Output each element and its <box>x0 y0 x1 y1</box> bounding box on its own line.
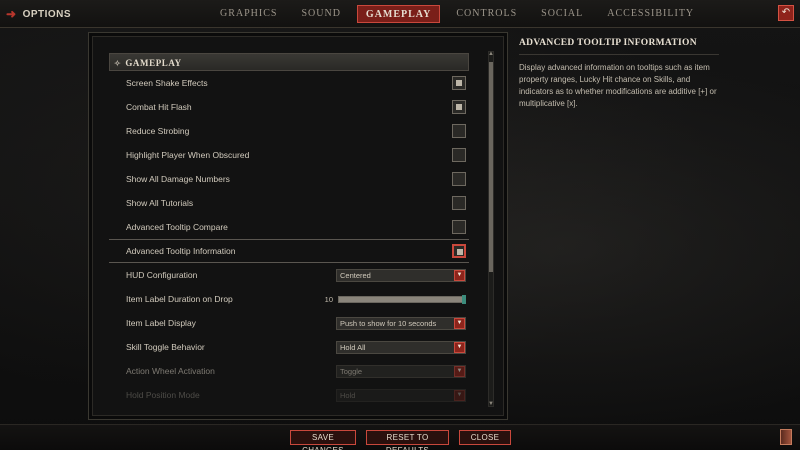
setting-row-action-wheel-activation[interactable]: Action Wheel Activation Toggle ▼ <box>109 359 469 383</box>
setting-label: Advanced Tooltip Compare <box>126 222 228 232</box>
options-label: OPTIONS <box>22 8 72 20</box>
scroll-down-icon[interactable]: ▼ <box>488 401 494 407</box>
checkbox[interactable] <box>452 244 466 258</box>
scroll-up-icon[interactable]: ▲ <box>488 51 494 57</box>
diamond-icon: ✧ <box>114 59 122 68</box>
dropdown-value: Push to show for 10 seconds <box>340 318 437 328</box>
dropdown-value: Hold <box>340 390 356 400</box>
setting-label: Hold Position Mode <box>126 390 200 400</box>
save-changes-button[interactable]: SAVE CHANGES <box>290 430 356 450</box>
checkbox[interactable] <box>452 148 466 162</box>
dropdown-arrow-icon: ▼ <box>454 317 465 329</box>
close-button[interactable]: CLOSE <box>459 430 511 445</box>
tab-accessibility[interactable]: ACCESSIBILITY <box>599 5 702 23</box>
section-title: GAMEPLAY <box>125 58 182 68</box>
setting-row-hud-configuration[interactable]: HUD Configuration Centered ▼ <box>109 263 469 287</box>
checkbox[interactable] <box>452 124 466 138</box>
setting-row-highlight-player[interactable]: Highlight Player When Obscured <box>109 143 469 167</box>
checkbox[interactable] <box>452 76 466 90</box>
dropdown-arrow-icon: ▼ <box>454 365 465 377</box>
slider-value: 10 <box>324 294 333 304</box>
setting-row-hold-position-mode[interactable]: Hold Position Mode Hold ▼ <box>109 383 469 403</box>
checkbox[interactable] <box>452 172 466 186</box>
setting-label: Skill Toggle Behavior <box>126 342 205 352</box>
hold-position-mode-dropdown[interactable]: Hold ▼ <box>336 388 466 402</box>
action-wheel-activation-dropdown[interactable]: Toggle ▼ <box>336 364 466 378</box>
setting-row-show-tutorials[interactable]: Show All Tutorials <box>109 191 469 215</box>
setting-label: Reduce Strobing <box>126 126 190 136</box>
setting-row-advanced-tooltip-compare[interactable]: Advanced Tooltip Compare <box>109 215 469 239</box>
setting-row-combat-hit-flash[interactable]: Combat Hit Flash <box>109 95 469 119</box>
checkbox[interactable] <box>452 100 466 114</box>
checkbox[interactable] <box>452 196 466 210</box>
setting-row-reduce-strobing[interactable]: Reduce Strobing <box>109 119 469 143</box>
settings-list: ✧ GAMEPLAY Screen Shake Effects Combat Hi… <box>109 53 469 403</box>
dropdown-arrow-icon: ▼ <box>454 269 465 281</box>
setting-label: Combat Hit Flash <box>126 102 192 112</box>
bottom-bar: SAVE CHANGES RESET TO DEFAULTS CLOSE <box>0 424 800 450</box>
setting-label: Highlight Player When Obscured <box>126 150 250 160</box>
setting-label: Show All Tutorials <box>126 198 194 208</box>
reset-to-defaults-button[interactable]: RESET TO DEFAULTS <box>366 430 449 450</box>
options-back-button[interactable]: ➜ OPTIONS <box>6 5 86 23</box>
setting-row-item-label-display[interactable]: Item Label Display Push to show for 10 s… <box>109 311 469 335</box>
setting-label: Item Label Display <box>126 318 196 328</box>
setting-row-skill-toggle-behavior[interactable]: Skill Toggle Behavior Hold All ▼ <box>109 335 469 359</box>
item-label-duration-control: 10 <box>324 294 466 304</box>
setting-label: Action Wheel Activation <box>126 366 215 376</box>
setting-label: Show All Damage Numbers <box>126 174 230 184</box>
tab-controls[interactable]: CONTROLS <box>448 5 525 23</box>
dropdown-value: Toggle <box>340 366 363 376</box>
setting-row-advanced-tooltip-information[interactable]: Advanced Tooltip Information <box>109 239 469 263</box>
setting-row-item-label-duration[interactable]: Item Label Duration on Drop 10 <box>109 287 469 311</box>
slider-handle[interactable] <box>462 294 466 304</box>
top-bar: ➜ OPTIONS GRAPHICS SOUND GAMEPLAY CONTRO… <box>0 0 800 28</box>
setting-row-show-damage-numbers[interactable]: Show All Damage Numbers <box>109 167 469 191</box>
dropdown-arrow-icon: ▼ <box>454 389 465 401</box>
dropdown-arrow-icon: ▼ <box>454 341 465 353</box>
scrollbar[interactable]: ▲ ▼ <box>488 51 494 407</box>
scroll-thumb[interactable] <box>489 62 493 272</box>
checkbox[interactable] <box>452 220 466 234</box>
options-tabs: GRAPHICS SOUND GAMEPLAY CONTROLS SOCIAL … <box>208 5 706 23</box>
slider-fill <box>339 296 465 302</box>
back-arrow-icon: ➜ <box>6 7 17 21</box>
info-description: Display advanced information on tooltips… <box>519 63 717 108</box>
hud-configuration-dropdown[interactable]: Centered ▼ <box>336 268 466 282</box>
item-label-duration-slider[interactable] <box>338 294 466 304</box>
tab-social[interactable]: SOCIAL <box>533 5 591 23</box>
setting-label: Item Label Duration on Drop <box>126 294 233 304</box>
settings-panel: ✧ GAMEPLAY Screen Shake Effects Combat Hi… <box>92 36 504 416</box>
setting-row-screen-shake[interactable]: Screen Shake Effects <box>109 71 469 95</box>
setting-label: Screen Shake Effects <box>126 78 208 88</box>
book-icon[interactable] <box>780 429 792 445</box>
item-label-display-dropdown[interactable]: Push to show for 10 seconds ▼ <box>336 316 466 330</box>
reset-icon[interactable]: ↶ <box>778 5 794 21</box>
section-header-gameplay: ✧ GAMEPLAY <box>109 53 469 71</box>
dropdown-value: Centered <box>340 270 371 280</box>
tab-gameplay[interactable]: GAMEPLAY <box>356 5 441 23</box>
setting-label: Advanced Tooltip Information <box>126 246 236 256</box>
tab-graphics[interactable]: GRAPHICS <box>212 5 285 23</box>
dropdown-value: Hold All <box>340 342 366 352</box>
info-title: ADVANCED TOOLTIP INFORMATION <box>519 38 719 55</box>
info-panel: ADVANCED TOOLTIP INFORMATION Display adv… <box>519 38 719 110</box>
setting-label: HUD Configuration <box>126 270 198 280</box>
skill-toggle-behavior-dropdown[interactable]: Hold All ▼ <box>336 340 466 354</box>
tab-sound[interactable]: SOUND <box>293 5 348 23</box>
